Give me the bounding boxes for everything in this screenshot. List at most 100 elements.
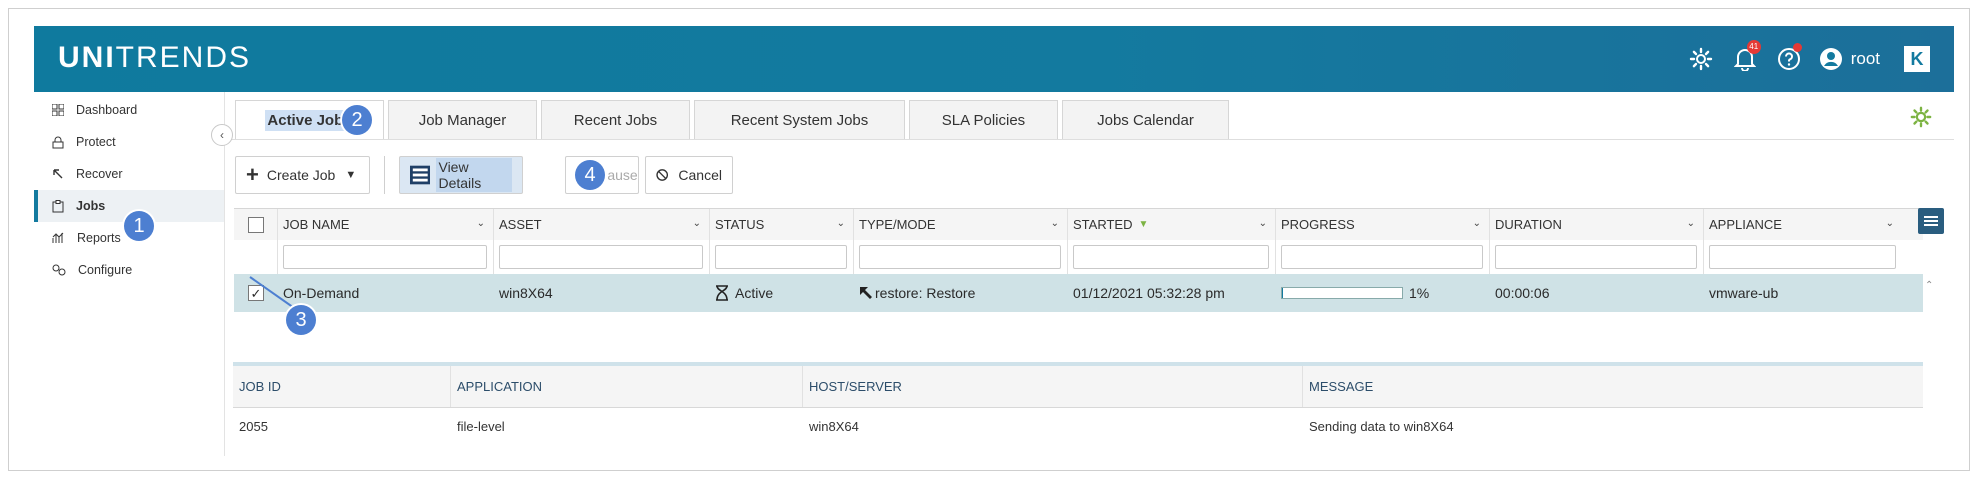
- top-bar: UNITRENDS 41 root K: [34, 26, 1954, 92]
- view-details-button[interactable]: View Details: [399, 156, 523, 194]
- sidebar-item-label: Dashboard: [76, 103, 138, 117]
- job-detail-panel: JOB ID APPLICATION HOST/SERVER MESSAGE 2…: [233, 366, 1923, 444]
- filter-progress-input[interactable]: [1281, 245, 1483, 269]
- restore-arrow-icon: [860, 287, 872, 299]
- column-label: JOB NAME: [283, 217, 350, 232]
- scroll-up-arrow-icon[interactable]: ⌃: [1925, 280, 1933, 291]
- cell-asset: win8X64: [494, 274, 710, 312]
- filter-cell: [278, 240, 494, 274]
- toolbar: + Create Job ▼ View Details Pause Cancel: [235, 155, 739, 195]
- create-job-button[interactable]: + Create Job ▼: [235, 156, 370, 194]
- column-header-status[interactable]: STATUS ⌄: [710, 209, 854, 240]
- column-header-duration[interactable]: DURATION ⌄: [1490, 209, 1704, 240]
- filter-duration-input[interactable]: [1495, 245, 1697, 269]
- sidebar-item-configure[interactable]: Configure: [34, 254, 224, 286]
- detail-host-server: win8X64: [803, 408, 1303, 444]
- column-label: TYPE/MODE: [859, 217, 936, 232]
- chevron-down-icon[interactable]: ⌄: [1886, 218, 1894, 229]
- chevron-down-icon[interactable]: ⌄: [1473, 218, 1481, 229]
- filter-asset-input[interactable]: [499, 245, 703, 269]
- filter-cell: [1068, 240, 1276, 274]
- notification-badge: 41: [1746, 40, 1761, 54]
- appliance-value: vmware-ub: [1709, 285, 1779, 301]
- tab-recent-jobs[interactable]: Recent Jobs: [541, 100, 690, 140]
- duration-value: 00:00:06: [1495, 285, 1550, 301]
- grid-columns-menu-button[interactable]: [1918, 208, 1944, 234]
- chevron-down-icon[interactable]: ⌄: [1687, 218, 1695, 229]
- chevron-down-icon[interactable]: ⌄: [837, 218, 845, 229]
- cell-started: 01/12/2021 05:32:28 pm: [1068, 274, 1276, 312]
- table-row[interactable]: ✓ On-Demand win8X64 Active restore: Rest…: [234, 274, 1923, 312]
- select-all-checkbox[interactable]: [247, 216, 264, 233]
- column-label: DURATION: [1495, 217, 1562, 232]
- cell-type-mode: restore: Restore: [854, 274, 1068, 312]
- chevron-down-icon[interactable]: ⌄: [693, 218, 701, 229]
- detail-column-label: JOB ID: [239, 379, 281, 394]
- lock-icon: [52, 136, 64, 148]
- chevron-down-icon[interactable]: ⌄: [477, 218, 485, 229]
- tab-sla-policies[interactable]: SLA Policies: [909, 100, 1058, 140]
- column-label: STATUS: [715, 217, 765, 232]
- chevron-down-icon[interactable]: ⌄: [1259, 218, 1267, 229]
- tab-label: Jobs Calendar: [1097, 112, 1194, 129]
- column-header-progress[interactable]: PROGRESS ⌄: [1276, 209, 1490, 240]
- column-label: ASSET: [499, 217, 542, 232]
- grid-filter-row: [234, 240, 1923, 274]
- create-job-label: Create Job: [266, 167, 336, 183]
- callout-2: 2: [342, 105, 372, 135]
- detail-application: file-level: [451, 408, 803, 444]
- filter-status-input[interactable]: [715, 245, 847, 269]
- filter-spacer: [234, 240, 278, 274]
- column-label: APPLIANCE: [1709, 217, 1782, 232]
- chevron-left-icon: ‹: [220, 128, 224, 142]
- cancel-button[interactable]: Cancel: [645, 156, 733, 194]
- cell-duration: 00:00:06: [1490, 274, 1704, 312]
- filter-appliance-input[interactable]: [1709, 245, 1896, 269]
- chevron-down-icon[interactable]: ⌄: [1051, 218, 1059, 229]
- page-settings-button[interactable]: [1910, 106, 1932, 133]
- tab-label: Recent Jobs: [573, 112, 658, 129]
- notifications-button[interactable]: 41: [1723, 26, 1767, 92]
- detail-column-label: MESSAGE: [1309, 379, 1374, 394]
- sidebar: Dashboard Protect Recover Jobs Reports C…: [34, 92, 225, 456]
- sidebar-item-protect[interactable]: Protect: [34, 126, 224, 158]
- tab-job-manager[interactable]: Job Manager: [388, 100, 537, 140]
- filter-cell: [1490, 240, 1704, 274]
- k-logo-button[interactable]: K: [1904, 46, 1930, 72]
- cell-progress: 1%: [1276, 274, 1490, 312]
- column-header-appliance[interactable]: APPLIANCE ⌄: [1704, 209, 1902, 240]
- settings-button[interactable]: [1679, 26, 1723, 92]
- filter-cell: [854, 240, 1068, 274]
- callout-number: 1: [133, 214, 145, 237]
- filter-type-mode-input[interactable]: [859, 245, 1061, 269]
- asset-value: win8X64: [499, 285, 553, 301]
- tab-recent-system-jobs[interactable]: Recent System Jobs: [694, 100, 905, 140]
- toolbar-separator: [384, 156, 385, 194]
- sidebar-collapse-button[interactable]: ‹: [211, 124, 233, 146]
- sidebar-item-dashboard[interactable]: Dashboard: [34, 94, 224, 126]
- column-header-job-name[interactable]: JOB NAME ⌄: [278, 209, 494, 240]
- clipboard-icon: [52, 199, 64, 212]
- detail-row: 2055 file-level win8X64 Sending data to …: [233, 408, 1923, 444]
- detail-header: JOB ID APPLICATION HOST/SERVER MESSAGE: [233, 366, 1923, 408]
- tab-jobs-calendar[interactable]: Jobs Calendar: [1062, 100, 1229, 140]
- column-header-started[interactable]: STARTED ▼ ⌄: [1068, 209, 1276, 240]
- gear-icon: [1910, 106, 1932, 128]
- detail-column-label: APPLICATION: [457, 379, 543, 394]
- column-header-type-mode[interactable]: TYPE/MODE ⌄: [854, 209, 1068, 240]
- user-menu[interactable]: root: [1811, 26, 1904, 92]
- top-icons: 41 root K: [1679, 26, 1954, 92]
- help-button[interactable]: [1767, 26, 1811, 92]
- sidebar-item-label: Jobs: [76, 199, 106, 213]
- hourglass-icon: [716, 285, 728, 301]
- main-content: Active Jobs Job Manager Recent Jobs Rece…: [225, 92, 1954, 456]
- detail-column-host-server: HOST/SERVER: [803, 366, 1303, 407]
- column-header-asset[interactable]: ASSET ⌄: [494, 209, 710, 240]
- reports-icon: [52, 232, 64, 243]
- sidebar-item-recover[interactable]: Recover: [34, 158, 224, 190]
- filter-started-input[interactable]: [1073, 245, 1269, 269]
- detail-column-label: HOST/SERVER: [809, 379, 902, 394]
- filter-job-name-input[interactable]: [283, 245, 487, 269]
- tab-label: SLA Policies: [941, 112, 1026, 129]
- filter-cell: [1276, 240, 1490, 274]
